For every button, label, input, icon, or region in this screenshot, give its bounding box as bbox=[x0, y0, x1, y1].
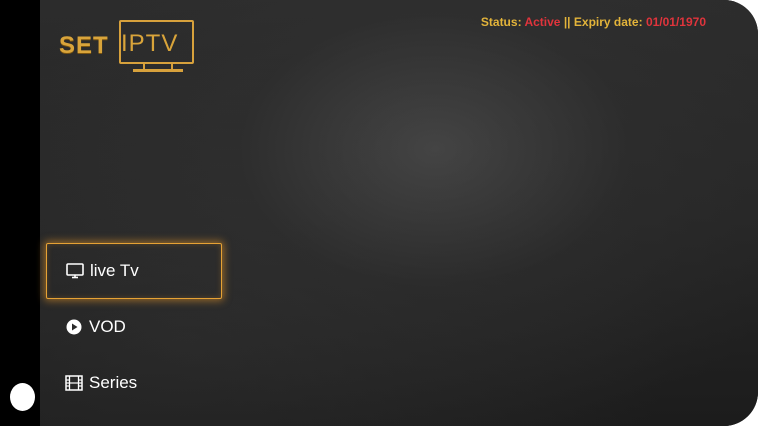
logo-tv-base bbox=[133, 69, 183, 72]
status-value: Active bbox=[524, 15, 561, 29]
left-bezel bbox=[0, 0, 40, 426]
tv-icon bbox=[65, 261, 85, 281]
menu-item-series[interactable]: Series bbox=[46, 355, 222, 411]
logo-text-set: SET bbox=[59, 32, 109, 59]
status-separator: || bbox=[563, 15, 571, 29]
home-button[interactable] bbox=[10, 383, 35, 411]
app-logo: SET IPTV bbox=[57, 20, 197, 74]
expiry-value: 01/01/1970 bbox=[645, 15, 706, 29]
main-menu: live Tv VOD Series bbox=[46, 243, 222, 411]
play-circle-icon bbox=[64, 317, 84, 337]
film-icon bbox=[64, 373, 84, 393]
device-frame: SET IPTV Status: Active || Expiry date: … bbox=[0, 0, 758, 426]
expiry-label: Expiry date: bbox=[573, 15, 643, 29]
menu-item-label: Series bbox=[89, 373, 138, 392]
status-label: Status: bbox=[480, 15, 522, 29]
menu-item-live-tv[interactable]: live Tv bbox=[46, 243, 222, 299]
menu-item-label: live Tv bbox=[90, 261, 139, 280]
menu-item-vod[interactable]: VOD bbox=[46, 299, 222, 355]
subscription-status: Status: Active || Expiry date: 01/01/197… bbox=[481, 15, 706, 29]
logo-text-iptv: IPTV bbox=[121, 30, 179, 57]
menu-item-label: VOD bbox=[89, 317, 126, 336]
